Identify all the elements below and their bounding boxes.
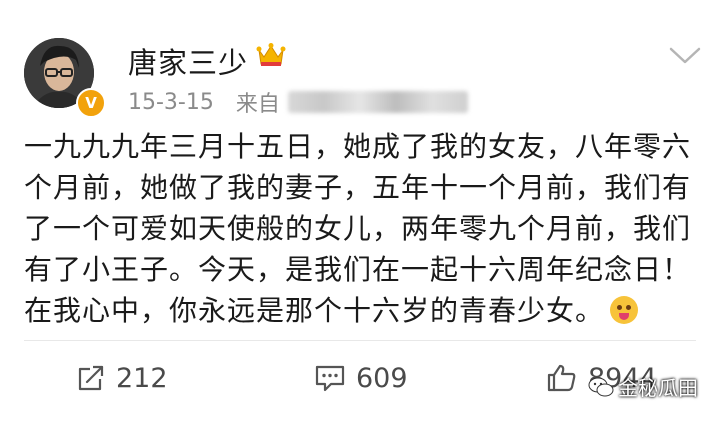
repost-count: 212 <box>116 362 168 394</box>
comment-count: 609 <box>356 362 408 394</box>
post-text: 一九九九年三月十五日，她成了我的女友，八年零六个月前，她做了我的妻子，五年十一个… <box>24 130 692 327</box>
chevron-down-icon[interactable] <box>668 46 702 66</box>
like-icon <box>547 364 576 392</box>
watermark: 金秘瓜田 <box>588 372 698 401</box>
watermark-text: 金秘瓜田 <box>618 376 698 400</box>
blurred-source <box>287 91 468 113</box>
crown-icon[interactable] <box>256 42 286 68</box>
post-source-label: 来自 <box>235 92 280 117</box>
comment-button[interactable]: 609 <box>314 360 408 396</box>
post-meta: 15-3-15 来自 <box>128 86 468 118</box>
repost-button[interactable]: 212 <box>76 360 168 396</box>
comment-icon <box>315 365 345 392</box>
author-name[interactable]: 唐家三少 <box>128 40 248 82</box>
wechat-icon <box>588 377 614 396</box>
emoji-icon <box>610 296 639 324</box>
repost-icon <box>78 365 104 391</box>
post-date: 15-3-15 <box>128 89 214 115</box>
divider <box>24 340 696 341</box>
verified-badge: V <box>76 88 106 118</box>
post-content: 一九九九年三月十五日，她成了我的女友，八年零六个月前，她做了我的妻子，五年十一个… <box>24 126 694 331</box>
weibo-post-card: V 唐家三少 15-3-15 来自 一九九九年三月十五日，她成了我的女友，八年零… <box>0 0 720 424</box>
